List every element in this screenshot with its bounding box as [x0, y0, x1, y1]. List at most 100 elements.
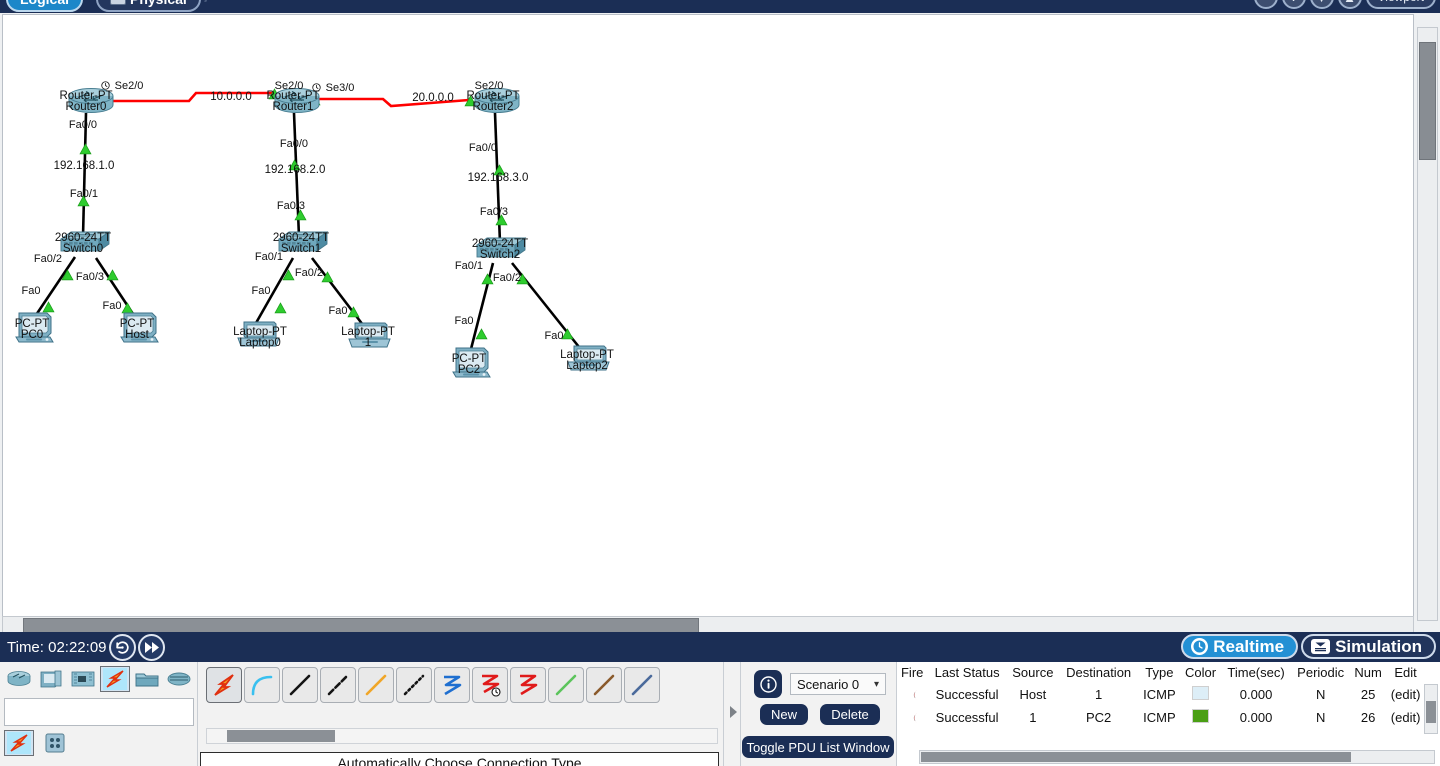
chevron-down-icon: ▾	[873, 678, 879, 690]
conn-coaxial-connection[interactable]	[434, 667, 470, 703]
device-name-label: 1	[365, 337, 371, 349]
new-scenario-button[interactable]: New	[760, 704, 808, 725]
fast-forward-button[interactable]	[137, 633, 165, 661]
category-components[interactable]	[68, 666, 98, 692]
nav-root-label: Root	[1224, 0, 1247, 3]
canvas-vertical-scroll-thumb[interactable]	[1419, 42, 1436, 160]
collapse-panel-arrow[interactable]	[726, 702, 740, 722]
interface-label: Se3/0	[326, 82, 355, 94]
category-network-devices[interactable]	[4, 666, 34, 692]
viewport-button[interactable]: Viewport	[1365, 0, 1436, 9]
pdu-column-header[interactable]: Fire	[897, 662, 927, 683]
set-tiled-background-button[interactable]: ▲	[1337, 0, 1362, 9]
device-name-label: Laptop0	[239, 337, 281, 349]
pdu-edit-link[interactable]: (edit)	[1386, 683, 1425, 706]
category-connections[interactable]	[100, 666, 130, 692]
pdu-last-status-cell: Successful	[935, 710, 999, 725]
subcategory-connections[interactable]	[4, 730, 34, 756]
pdu-horizontal-scroll-thumb[interactable]	[921, 752, 1351, 762]
connection-panel-scrollbar[interactable]	[206, 728, 718, 744]
panel-divider-left	[723, 662, 724, 766]
conn-serial-dce[interactable]	[472, 667, 508, 703]
pdu-column-header[interactable]: Type	[1138, 662, 1180, 683]
category-miscellaneous[interactable]	[132, 666, 162, 692]
mode-switcher: Realtime Simulation	[1181, 634, 1436, 659]
reset-network-button[interactable]	[108, 633, 136, 661]
pdu-column-header[interactable]: Destination	[1059, 662, 1138, 683]
selected-connection-label: Automatically Choose Connection Type	[200, 752, 719, 766]
network-address-label: 20.0.0.0	[412, 92, 454, 104]
interface-label: Fa0	[22, 285, 41, 297]
pdu-periodic-cell: N	[1315, 710, 1326, 725]
interface-label: Fa0	[329, 305, 348, 317]
scenario-panel: Scenario 0 ▾ New Delete Toggle PDU List …	[741, 662, 894, 766]
conn-copper-cross-over[interactable]	[320, 667, 356, 703]
pdu-vertical-scrollbar[interactable]	[1424, 684, 1438, 734]
delete-scenario-button[interactable]: Delete	[820, 704, 880, 725]
pdu-horizontal-scrollbar[interactable]	[919, 750, 1435, 764]
pdu-column-header[interactable]: Source	[1007, 662, 1059, 683]
device-name-label: Switch0	[63, 243, 103, 255]
toggle-pdu-list-window-button[interactable]: Toggle PDU List Window	[742, 736, 894, 758]
pdu-column-header[interactable]: Num	[1350, 662, 1386, 683]
interface-label: Fa0/1	[255, 251, 283, 263]
pdu-column-header[interactable]: Edit	[1386, 662, 1425, 683]
move-object-button[interactable]: ▼	[1309, 0, 1334, 9]
conn-copper-straight-through[interactable]	[282, 667, 318, 703]
device-name-label: PC0	[21, 329, 43, 341]
canvas-vertical-scrollbar[interactable]	[1417, 27, 1438, 621]
color-swatch	[1192, 709, 1210, 723]
conn-octal-connection[interactable]	[548, 667, 584, 703]
back-button[interactable]: ↶	[1253, 0, 1278, 9]
conn-fiber-connection[interactable]	[358, 667, 394, 703]
device-type-selection-box	[0, 662, 198, 766]
table-row[interactable]: Successful 1 PC2 ICMP 0.000 N 26 (edit)	[897, 706, 1425, 729]
connection-panel-scroll-thumb[interactable]	[227, 730, 335, 742]
device-search-input[interactable]	[4, 698, 194, 726]
pdu-time-cell: 0.000	[1239, 710, 1273, 725]
category-end-devices[interactable]	[36, 666, 66, 692]
pdu-edit-link[interactable]: (edit)	[1386, 706, 1425, 729]
pdu-fire-cell[interactable]	[897, 683, 927, 706]
device-name-label: Switch2	[480, 249, 520, 261]
conn-usb-connection[interactable]	[624, 667, 660, 703]
pdu-destination-cell: PC2	[1085, 710, 1112, 725]
dce-clock-icon	[101, 81, 110, 90]
conn-console-connection[interactable]	[244, 667, 280, 703]
conn-serial-dte[interactable]	[510, 667, 546, 703]
device-selection-box: Automatically Choose Connection Type	[198, 662, 723, 766]
pdu-periodic-cell: N	[1315, 687, 1326, 702]
conn-phone-connection[interactable]	[396, 667, 432, 703]
packet-tracer-window: Logical Physical [Root] Root ↶ + ▼ ▲ Vie…	[0, 0, 1440, 766]
pdu-num-cell: 26	[1360, 710, 1376, 725]
color-swatch	[1192, 686, 1210, 700]
pdu-fire-cell[interactable]	[897, 706, 927, 729]
conn-iot-custom-cable[interactable]	[586, 667, 622, 703]
scenario-dropdown[interactable]: Scenario 0 ▾	[790, 673, 886, 695]
fire-icon	[905, 711, 919, 725]
pdu-type-cell: ICMP	[1143, 687, 1176, 702]
pdu-column-header[interactable]: Last Status	[927, 662, 1006, 683]
pdu-column-header[interactable]: Periodic	[1291, 662, 1350, 683]
pdu-vertical-scroll-thumb[interactable]	[1426, 701, 1436, 723]
simulation-mode-button[interactable]: Simulation	[1301, 634, 1436, 659]
subcategory-device-grid[interactable]	[40, 730, 70, 756]
interface-label: Fa0/3	[480, 206, 508, 218]
topology-canvas[interactable]: 10.0.0.0 20.0.0.0 192.168.1.0 192.168.2.0 19…	[2, 14, 1414, 622]
conn-auto-connection[interactable]	[206, 667, 242, 703]
interface-label: Fa0	[103, 300, 122, 312]
simulation-time-bar: Time: 02:22:09 Realtime Simulation	[0, 632, 1440, 662]
realtime-mode-button[interactable]: Realtime	[1181, 634, 1299, 659]
device-name-label: Router2	[473, 101, 514, 113]
device-name-label: Router1	[273, 101, 314, 113]
pdu-source-cell: 1	[1029, 710, 1037, 725]
reset-icon	[115, 640, 129, 654]
connection-type-grid	[206, 667, 660, 703]
table-row[interactable]: Successful Host 1 ICMP 0.000 N 25 (edit)	[897, 683, 1425, 706]
scenario-info-button[interactable]	[754, 670, 782, 698]
new-cluster-button[interactable]: +	[1281, 0, 1306, 9]
pdu-column-header[interactable]: Color	[1180, 662, 1220, 683]
pdu-column-header[interactable]: Time(sec)	[1221, 662, 1292, 683]
tab-logical[interactable]: Logical	[6, 0, 84, 12]
category-multiuser-connection[interactable]	[164, 666, 194, 692]
